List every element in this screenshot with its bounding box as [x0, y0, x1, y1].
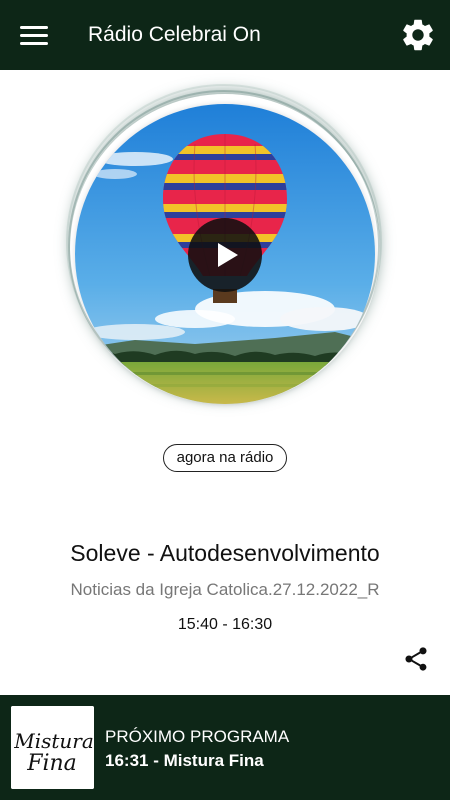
play-icon	[218, 243, 238, 267]
current-program-title: Soleve - Autodesenvolvimento	[70, 540, 380, 566]
current-program-subtitle: Noticias da Igreja Catolica.27.12.2022_R	[70, 580, 380, 599]
next-program-bar[interactable]: Mistura Fina PRÓXIMO PROGRAMA 16:31 - Mi…	[0, 695, 450, 800]
top-app-bar: Rádio Celebrai On	[0, 0, 450, 70]
next-program-thumbnail: Mistura Fina	[11, 706, 94, 789]
app-title: Rádio Celebrai On	[88, 23, 261, 46]
thumbnail-text-2: Fina	[26, 751, 77, 776]
share-icon[interactable]	[402, 645, 430, 673]
live-now-badge: agora na rádio	[163, 444, 287, 472]
artwork-container	[40, 80, 410, 420]
next-program-name: 16:31 - Mistura Fina	[105, 751, 264, 770]
thumbnail-text-1: Mistura	[13, 729, 94, 753]
current-program-time: 15:40 - 16:30	[177, 616, 273, 633]
next-program-label: PRÓXIMO PROGRAMA	[105, 727, 290, 746]
gear-icon[interactable]	[399, 16, 437, 54]
play-button[interactable]	[188, 218, 262, 292]
hamburger-menu-icon[interactable]	[20, 22, 50, 48]
